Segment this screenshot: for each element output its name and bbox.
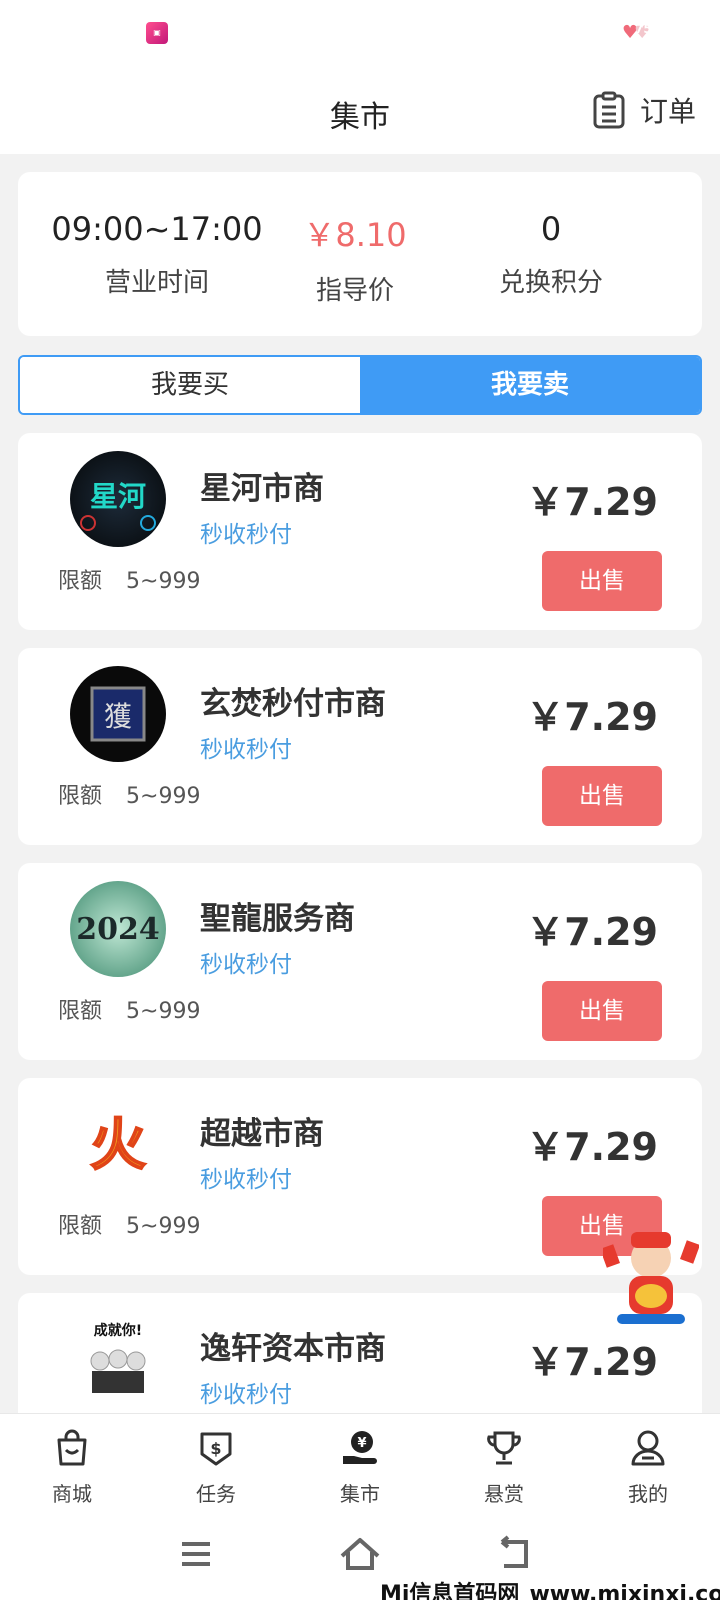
red-packet-mascot-icon[interactable] xyxy=(603,1228,699,1328)
merchant-tag: 秒收秒付 xyxy=(200,1382,292,1408)
exchange-points-value: 0 xyxy=(540,210,562,248)
orders-label: 订单 xyxy=(639,95,696,128)
business-hours-value: 09:00~17:00 xyxy=(51,210,263,248)
avatar-text: 2024 xyxy=(76,912,160,947)
tab-label: 集市 xyxy=(340,1482,380,1506)
avatar-text: 獲 xyxy=(104,700,132,733)
merchant-avatar: 成就你! xyxy=(70,1311,166,1407)
avatar-text: 成就你! xyxy=(94,1322,142,1339)
limit-label: 限额 xyxy=(58,1214,103,1239)
merchant-name: 逸轩资本市商 xyxy=(200,1331,386,1367)
tab-label: 商城 xyxy=(52,1482,92,1506)
limit-value: 5~999 xyxy=(126,569,201,594)
back-icon[interactable] xyxy=(490,1534,538,1574)
user-icon xyxy=(631,1430,665,1466)
merchant-name: 超越市商 xyxy=(200,1116,324,1152)
limit-label: 限额 xyxy=(58,999,103,1024)
merchant-limit: 限额 5~999 xyxy=(58,1208,200,1240)
merchant-tag: 秒收秒付 xyxy=(200,737,292,763)
svg-text:¥: ¥ xyxy=(357,1436,366,1451)
exchange-points-label: 兑换积分 xyxy=(498,268,603,298)
limit-label: 限额 xyxy=(58,784,103,809)
sell-button[interactable]: 出售 xyxy=(542,766,662,826)
avatar-text: 火 xyxy=(90,1113,146,1178)
merchant-price: ￥7.29 xyxy=(526,1125,658,1169)
tab-label: 悬赏 xyxy=(484,1482,524,1506)
avatar-text: 星河 xyxy=(90,480,146,513)
buy-sell-toggle: 我要买 我要卖 xyxy=(18,355,702,415)
merchant-tag: 秒收秒付 xyxy=(200,1167,292,1193)
merchant-avatar: 火 xyxy=(70,1096,166,1192)
limit-value: 5~999 xyxy=(126,1214,201,1239)
task-shield-icon: $ xyxy=(200,1432,232,1466)
merchant-limit: 限额 5~999 xyxy=(58,778,200,810)
business-hours: 09:00~17:00 营业时间 xyxy=(42,210,272,299)
sell-button[interactable]: 出售 xyxy=(542,551,662,611)
svg-text:$: $ xyxy=(210,1439,221,1458)
sell-button[interactable]: 出售 xyxy=(542,981,662,1041)
market-hand-yen-icon: ¥ xyxy=(343,1431,377,1464)
merchant-price: ￥7.29 xyxy=(526,1340,658,1384)
status-bar: ▣ ♥♥ 75 xyxy=(0,0,720,70)
tab-tasks[interactable]: $ 任务 xyxy=(144,1414,288,1516)
merchant-card[interactable]: 星河 星河市商 秒收秒付 限额 5~999 ￥7.29 出售 xyxy=(18,433,702,630)
home-icon[interactable] xyxy=(336,1534,384,1574)
merchant-tag: 秒收秒付 xyxy=(200,522,292,548)
merchant-card[interactable]: 獲 玄焚秒付市商 秒收秒付 限额 5~999 ￥7.29 出售 xyxy=(18,648,702,845)
bottom-tab-bar: 商城 $ 任务 ¥ 集市 悬赏 我的 xyxy=(0,1413,720,1516)
tab-label: 任务 xyxy=(196,1482,236,1506)
limit-value: 5~999 xyxy=(126,784,201,809)
merchant-name: 聖龍服务商 xyxy=(200,901,355,937)
merchant-card[interactable]: 2024 聖龍服务商 秒收秒付 限额 5~999 ￥7.29 出售 xyxy=(18,863,702,1060)
clipboard-list-icon xyxy=(593,91,625,129)
page-header: 集市 订单 xyxy=(0,70,720,154)
watermark: Mi信息首码网 www.mixinxi.com xyxy=(380,1576,720,1600)
tab-shop[interactable]: 商城 xyxy=(0,1414,144,1516)
tab-market[interactable]: ¥ 集市 xyxy=(288,1414,432,1516)
tab-profile[interactable]: 我的 xyxy=(576,1414,720,1516)
merchant-avatar: 2024 xyxy=(70,881,166,977)
orders-button[interactable]: 订单 xyxy=(592,90,696,130)
merchant-price: ￥7.29 xyxy=(526,910,658,954)
limit-label: 限额 xyxy=(58,569,103,594)
merchant-card[interactable]: 成就你! 逸轩资本市商 秒收秒付 ￥7.29 xyxy=(18,1293,702,1413)
merchant-name: 星河市商 xyxy=(200,471,324,507)
business-hours-label: 营业时间 xyxy=(104,268,209,298)
merchant-name: 玄焚秒付市商 xyxy=(200,686,386,722)
merchant-limit: 限额 5~999 xyxy=(58,993,200,1025)
market-info-card: 09:00~17:00 营业时间 ￥8.10 指导价 0 兑换积分 xyxy=(18,172,702,336)
merchant-list[interactable]: 星河 星河市商 秒收秒付 限额 5~999 ￥7.29 出售 獲 玄焚秒付市商 秒… xyxy=(18,433,702,1413)
battery-hearts-icon: ♥♥ 75 xyxy=(622,22,652,43)
watermark-url: www.mixinxi.com xyxy=(529,1582,720,1600)
merchant-avatar: 星河 xyxy=(70,451,166,547)
merchant-avatar: 獲 xyxy=(70,666,166,762)
menu-icon[interactable] xyxy=(172,1534,220,1574)
shopping-bag-icon xyxy=(57,1429,87,1466)
merchant-price: ￥7.29 xyxy=(526,695,658,739)
app-notification-icon: ▣ xyxy=(146,22,168,44)
limit-value: 5~999 xyxy=(126,999,201,1024)
merchant-tag: 秒收秒付 xyxy=(200,952,292,978)
merchant-limit: 限额 5~999 xyxy=(58,563,200,595)
tab-bounty[interactable]: 悬赏 xyxy=(432,1414,576,1516)
tab-buy[interactable]: 我要买 xyxy=(20,357,360,413)
tab-label: 我的 xyxy=(628,1482,668,1506)
merchant-card[interactable]: 火 超越市商 秒收秒付 限额 5~999 ￥7.29 出售 xyxy=(18,1078,702,1275)
exchange-points: 0 兑换积分 xyxy=(436,210,666,299)
tab-sell[interactable]: 我要卖 xyxy=(360,357,700,413)
merchant-price: ￥7.29 xyxy=(526,480,658,524)
battery-level: 75 xyxy=(635,22,652,36)
watermark-site-name: Mi信息首码网 xyxy=(380,1582,520,1600)
trophy-icon xyxy=(487,1431,521,1465)
